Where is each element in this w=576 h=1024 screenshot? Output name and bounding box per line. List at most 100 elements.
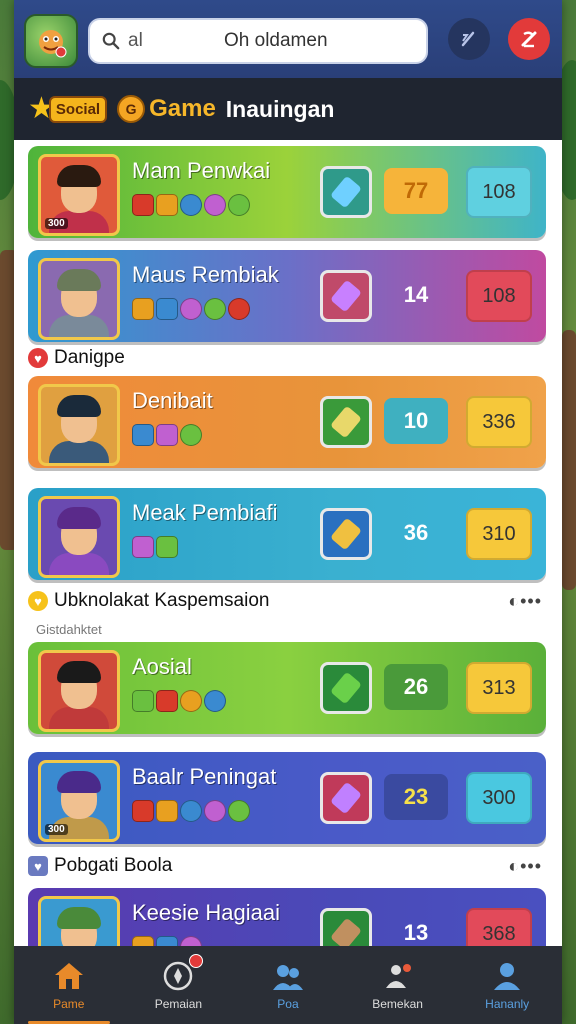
edit-profile-button[interactable] — [508, 18, 550, 60]
section-label: Danigpe — [54, 347, 125, 368]
edit-icon — [521, 31, 537, 48]
nav-home[interactable]: Pame — [14, 946, 124, 1024]
player-avatar — [38, 258, 120, 340]
gem-icon — [180, 800, 202, 822]
section-sublabel: Gistdahktet — [36, 622, 102, 637]
nav-social[interactable]: Poa — [233, 946, 343, 1024]
gem-icon — [204, 690, 226, 712]
nav-rewards[interactable]: Bemekan — [343, 946, 453, 1024]
gem-icon — [132, 536, 154, 558]
avatar-level-tag: 300 — [45, 824, 68, 835]
social-tab[interactable]: ★ Social — [28, 94, 108, 124]
player-card[interactable]: 300 Baalr Peningat 23 300 — [28, 752, 546, 844]
gem-row — [132, 298, 250, 320]
search-icon — [102, 32, 120, 50]
item-button[interactable] — [320, 772, 372, 824]
section-header-kaspemsaion: ♥ Ubknolakat Kaspemsaion ◐••• — [28, 587, 548, 615]
player-name: Aosial — [132, 654, 192, 679]
player-avatar — [38, 496, 120, 578]
player-name: Baalr Peningat — [132, 764, 277, 789]
player-score: 23 — [384, 774, 448, 820]
player-name: Maus Rembiak — [132, 262, 279, 287]
player-card[interactable]: Meak Pembiafi 36 310 — [28, 488, 546, 580]
player-name: Keesie Hagiaai — [132, 900, 280, 925]
player-avatar: 300 — [38, 760, 120, 842]
section-header-danigpe: ♥ Danigpe — [28, 344, 548, 372]
player-avatar: 300 — [38, 154, 120, 236]
gem-icon — [180, 194, 202, 216]
page-header: ★ Social G Game Inauingan — [14, 78, 562, 140]
search-input-value[interactable]: Oh oldamen — [224, 30, 328, 52]
notification-badge — [189, 954, 204, 968]
nav-label: Pemaian — [154, 997, 203, 1011]
background-building-right — [562, 330, 576, 590]
item-icon — [329, 279, 363, 313]
gem-icon — [156, 424, 178, 446]
app-logo[interactable] — [24, 14, 78, 68]
nav-label: Pame — [53, 997, 85, 1011]
gem-icon — [132, 424, 154, 446]
pen-icon — [461, 31, 475, 47]
player-name: Denibait — [132, 388, 213, 413]
item-icon — [329, 405, 363, 439]
reward-button[interactable]: 108 — [466, 166, 532, 218]
gem-icon — [132, 690, 154, 712]
player-score: 26 — [384, 664, 448, 710]
heart-icon: ♥ — [28, 348, 48, 368]
player-avatar — [38, 384, 120, 466]
player-avatar — [38, 650, 120, 732]
player-card[interactable]: 300 Mam Penwkai 77 108 — [28, 146, 546, 238]
gem-row — [132, 424, 202, 446]
heart-blue-icon: ♥ — [28, 856, 48, 876]
gem-icon — [228, 194, 250, 216]
player-score: 77 — [384, 168, 448, 214]
heart-gold-icon: ♥ — [28, 591, 48, 611]
gem-icon — [156, 800, 178, 822]
player-score: 10 — [384, 398, 448, 444]
player-name: Meak Pembiafi — [132, 500, 278, 525]
person-flower-icon — [381, 959, 415, 993]
gem-icon — [132, 298, 154, 320]
player-score: 36 — [403, 520, 429, 545]
avatar-level-tag: 300 — [45, 218, 68, 229]
gem-icon — [204, 800, 226, 822]
reward-button[interactable]: 108 — [466, 270, 532, 322]
gem-row — [132, 536, 178, 558]
nav-label: Hananly — [485, 997, 530, 1011]
item-icon — [329, 175, 363, 209]
notification-button[interactable] — [448, 18, 490, 60]
player-score: 14 — [403, 282, 429, 307]
item-icon — [329, 671, 363, 705]
item-button[interactable] — [320, 396, 372, 448]
group-icon — [271, 959, 305, 993]
reward-button[interactable]: 313 — [466, 662, 532, 714]
gem-icon — [156, 298, 178, 320]
gem-icon — [132, 800, 154, 822]
more-options-icon[interactable]: ◐••• — [508, 591, 542, 612]
gem-icon — [228, 800, 250, 822]
item-button[interactable] — [320, 166, 372, 218]
search-placeholder: al — [128, 30, 143, 51]
game-coin-icon: G — [117, 95, 146, 123]
reward-button[interactable]: 310 — [466, 508, 532, 560]
more-options-icon[interactable]: ◐••• — [508, 856, 542, 877]
reward-button[interactable]: 300 — [466, 772, 532, 824]
search-bar[interactable]: al Oh oldamen — [88, 18, 428, 64]
nav-games[interactable]: Pemaian — [124, 946, 234, 1024]
top-bar: al Oh oldamen — [14, 0, 562, 78]
reward-button[interactable]: 336 — [466, 396, 532, 448]
item-button[interactable] — [320, 270, 372, 322]
player-card[interactable]: Maus Rembiak 14 108 — [28, 250, 546, 342]
nav-profile[interactable]: Hananly — [452, 946, 562, 1024]
social-label: Social — [48, 95, 108, 123]
app-frame: al Oh oldamen ★ Social G Game Inauingan … — [14, 0, 562, 1024]
game-tab[interactable]: Game — [149, 95, 216, 123]
gem-row — [132, 194, 250, 216]
item-button[interactable] — [320, 508, 372, 560]
player-card[interactable]: Aosial 26 313 — [28, 642, 546, 734]
gem-icon — [204, 298, 226, 320]
player-card[interactable]: Denibait 10 336 — [28, 376, 546, 468]
section-label: Pobgati Boola — [54, 855, 173, 876]
item-button[interactable] — [320, 662, 372, 714]
monster-logo-icon — [39, 30, 67, 58]
